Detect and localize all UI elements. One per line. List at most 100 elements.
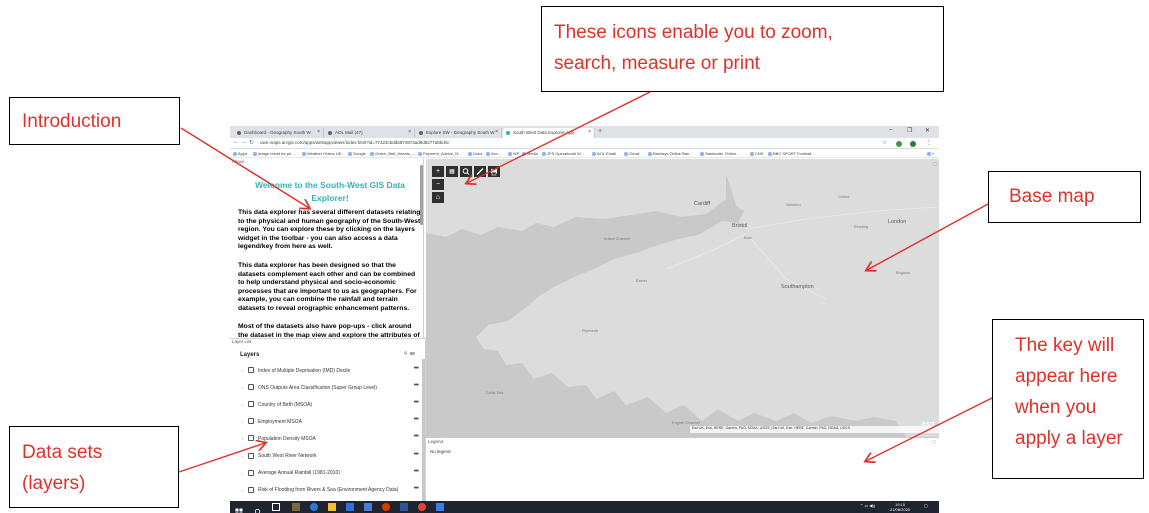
layer-visibility-checkbox[interactable]	[248, 367, 254, 373]
bookmark-item[interactable]: Santander Online...	[700, 151, 739, 156]
bookmark-item[interactable]: Image result for ph...	[253, 151, 295, 156]
taskbar-app-icon[interactable]	[364, 503, 372, 511]
expand-arrow-icon[interactable]: ›	[242, 471, 243, 476]
layer-more-options-icon[interactable]: •••	[414, 416, 419, 423]
layer-item[interactable]: › Risk of Flooding from Rivers & Sea (Env…	[242, 483, 420, 499]
layer-item[interactable]: › Employment MSOA •••	[242, 414, 420, 430]
expand-arrow-icon[interactable]: ›	[242, 488, 243, 493]
expand-arrow-icon[interactable]: ›	[242, 419, 243, 424]
layer-more-options-icon[interactable]: •••	[414, 433, 419, 440]
new-tab-button[interactable]: +	[598, 128, 602, 135]
zoom-out-button[interactable]: −	[432, 179, 444, 190]
bookmark-item[interactable]: Green_Belt_threats_...	[370, 151, 415, 156]
layer-more-options-icon[interactable]: •••	[414, 399, 419, 406]
bookmark-item[interactable]: BBC SPORT Football...	[768, 151, 815, 156]
close-icon[interactable]: ×	[588, 129, 591, 135]
expand-arrow-icon[interactable]: ›	[242, 368, 243, 373]
expand-arrow-icon[interactable]: ›	[242, 385, 243, 390]
layer-item[interactable]: › South West River Network •••	[242, 449, 420, 465]
expand-arrow-icon[interactable]: ›	[242, 436, 243, 441]
layer-more-options-icon[interactable]: •••	[414, 382, 419, 389]
bookmarks-overflow[interactable]: »	[927, 151, 934, 156]
windows-start-icon[interactable]	[235, 503, 243, 513]
close-icon[interactable]: ×	[317, 129, 320, 135]
layer-more-options-icon[interactable]: •••	[414, 365, 419, 372]
layer-visibility-checkbox[interactable]	[248, 435, 254, 442]
taskbar-app-icon[interactable]	[292, 503, 300, 511]
layer-list-scrollbar[interactable]	[422, 359, 425, 502]
layer-item[interactable]: › Country of Birth (MSOA) •••	[242, 397, 420, 413]
bookmark-item[interactable]: Weather Online UK...	[302, 151, 345, 156]
menu-icon[interactable]: ⋮	[926, 139, 932, 146]
layer-visibility-checkbox[interactable]	[248, 469, 254, 476]
measure-button[interactable]	[474, 166, 486, 177]
expand-arrow-icon[interactable]: ›	[242, 402, 243, 407]
extension-icon[interactable]	[896, 140, 902, 147]
layer-more-options-icon[interactable]: •••	[414, 451, 419, 458]
mail-icon[interactable]	[346, 503, 354, 511]
browser-tab[interactable]: Explore SW - Geography South W ×	[416, 128, 502, 138]
clock[interactable]: 19:15 21/08/2020	[890, 502, 910, 512]
taskbar-app-icon[interactable]	[382, 503, 390, 511]
edge-icon[interactable]	[310, 503, 318, 511]
bookmark-item[interactable]: WP	[508, 151, 519, 156]
bookmark-item[interactable]: AOL Email	[592, 151, 616, 156]
bookmark-item[interactable]: Payment_Advice_N...	[418, 151, 461, 156]
windows-taskbar: ⌃ ▭ ◀)) 19:15 21/08/2020 ▢	[230, 501, 939, 513]
panel-collapse-icon[interactable]: ▢	[932, 439, 936, 444]
layer-visibility-checkbox[interactable]	[248, 452, 254, 459]
browser-tab[interactable]: Dashboard - Geography South W ×	[234, 128, 324, 138]
bookmark-item[interactable]: Google	[348, 151, 366, 156]
expand-arrow-icon[interactable]: ›	[242, 454, 243, 459]
layer-item[interactable]: › Population Density MSOA •••	[242, 431, 420, 447]
close-icon[interactable]: ×	[495, 129, 498, 135]
callout-text: The key will	[1015, 335, 1115, 356]
layer-visibility-checkbox[interactable]	[248, 418, 254, 425]
home-button[interactable]: ⌂	[432, 192, 444, 203]
bookmark-item[interactable]: Apps	[233, 151, 247, 156]
system-tray-icons[interactable]: ⌃ ▭ ◀))	[860, 503, 875, 508]
notification-icon[interactable]: ▢	[924, 503, 928, 508]
reload-icon[interactable]: ↻	[249, 139, 254, 146]
basemap-gallery-button[interactable]: ▦	[446, 166, 458, 177]
print-button[interactable]	[488, 166, 500, 177]
taskbar-search-icon[interactable]	[254, 503, 262, 513]
layer-visibility-checkbox[interactable]	[248, 486, 254, 493]
search-button[interactable]	[460, 166, 472, 177]
layer-item[interactable]: › Average Annual Rainfall (1981-2010) •••	[242, 466, 420, 482]
bookmark-item[interactable]: Barclays Online Ban...	[648, 151, 693, 156]
file-explorer-icon[interactable]	[328, 503, 336, 511]
word-icon[interactable]	[400, 503, 408, 511]
layer-visibility-checkbox[interactable]	[248, 384, 254, 391]
base-map[interactable]: Cardiff Bristol London Southampton Bath …	[426, 159, 939, 437]
close-window-icon[interactable]: ✕	[925, 127, 930, 134]
bookmark-item[interactable]: Links	[468, 151, 482, 156]
bookmark-item[interactable]: Gmail	[624, 151, 639, 156]
layer-search-filter-icon[interactable]: ⌕ ☰	[404, 350, 415, 358]
bookmark-item[interactable]: Acc...	[486, 151, 501, 156]
layer-more-options-icon[interactable]: •••	[414, 485, 419, 492]
url-field[interactable]: uwe.maps.arcgis.com/apps/webappviewer/in…	[260, 140, 449, 145]
back-icon[interactable]: ←	[233, 139, 239, 145]
layer-item[interactable]: › ONS Outputs Area Classification (Super …	[242, 380, 420, 396]
bookmark-item[interactable]: JFS Operational W...	[542, 151, 584, 156]
star-icon[interactable]: ☆	[882, 139, 887, 146]
minimize-icon[interactable]: –	[889, 127, 892, 133]
layer-more-options-icon[interactable]: •••	[414, 468, 419, 475]
bookmark-item[interactable]: CNS	[750, 151, 763, 156]
avatar[interactable]	[910, 140, 916, 147]
layer-visibility-checkbox[interactable]	[248, 401, 254, 408]
browser-tab-active[interactable]: South West Data Explorer App ×	[503, 128, 595, 138]
forward-icon[interactable]: →	[241, 139, 247, 145]
map-label-brighton: Brighton	[896, 271, 911, 275]
maximize-icon[interactable]: ❐	[907, 127, 912, 134]
panel-collapse-icon[interactable]: ▢	[933, 161, 937, 166]
layer-item[interactable]: › Index of Multiple Deprivation (IMD) Dec…	[242, 363, 420, 379]
browser-tab[interactable]: AOL Mail (47) ×	[325, 128, 415, 138]
chrome-icon[interactable]	[418, 503, 426, 511]
close-icon[interactable]: ×	[408, 129, 411, 135]
zoom-in-button[interactable]: +	[432, 166, 444, 177]
task-view-icon[interactable]	[272, 503, 280, 511]
taskbar-app-icon[interactable]	[436, 503, 444, 511]
bookmark-item[interactable]: Media	[522, 151, 538, 156]
